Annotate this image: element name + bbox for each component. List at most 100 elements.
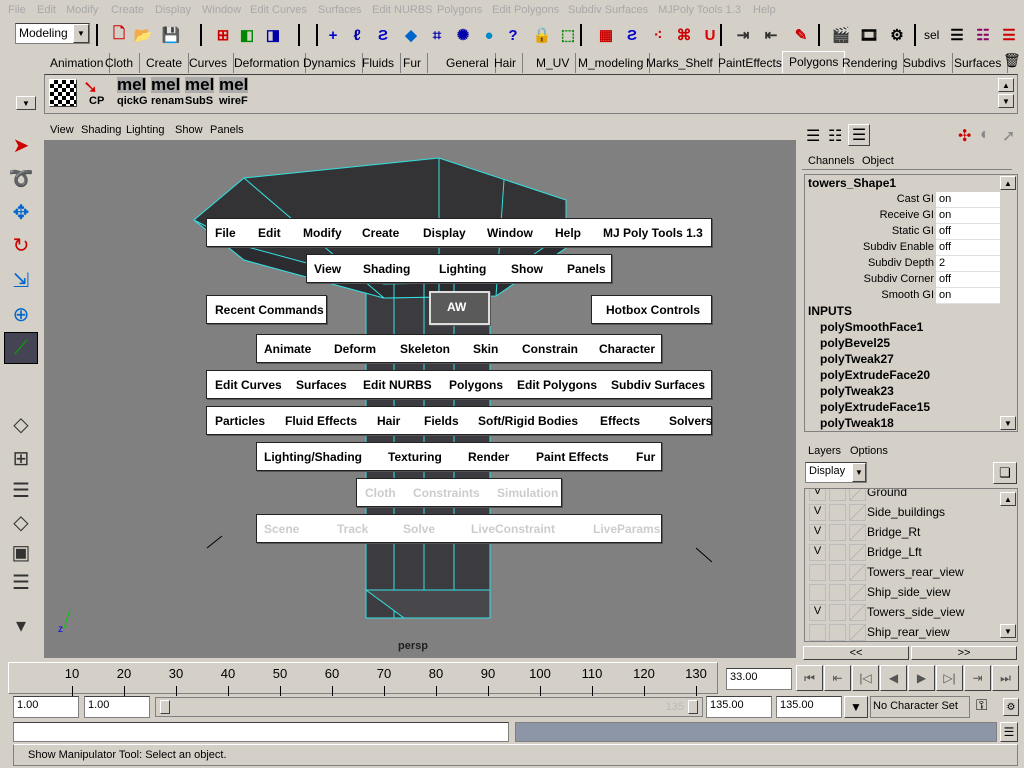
layer-type-toggle[interactable]	[829, 604, 846, 621]
shelf-tab-subdivs[interactable]: Subdivs	[897, 53, 953, 73]
step-forward-frame-icon[interactable]: ▷|	[936, 665, 963, 691]
lasso-tool-icon[interactable]: ➰	[4, 162, 38, 194]
layer-row[interactable]: V Bridge_Lft	[807, 543, 999, 562]
layer-row[interactable]: Ship_rear_view	[807, 623, 999, 641]
hotbox-item-shading[interactable]: Shading	[363, 262, 410, 276]
persp-outliner-icon[interactable]: ☰	[4, 566, 38, 598]
scale-tool-icon[interactable]: ⇲	[4, 264, 38, 296]
ipr-render-icon[interactable]: 🎞	[858, 24, 880, 46]
layer-type-toggle[interactable]	[829, 504, 846, 521]
menu-mjpoly-tools-1-3[interactable]: MJPoly Tools 1.3	[658, 4, 741, 16]
channel-box-icon[interactable]: ☰	[806, 126, 820, 146]
channel-attr-value[interactable]: on	[936, 288, 1000, 304]
select-component-icon[interactable]: ◨	[262, 24, 284, 46]
hotbox-item-deform[interactable]: Deform	[334, 342, 376, 356]
layer-type-toggle[interactable]	[829, 524, 846, 541]
mel-icon[interactable]: mel	[151, 76, 181, 93]
shelf-tab-surfaces[interactable]: Surfaces	[948, 53, 1009, 73]
input-icon[interactable]: ⇥	[732, 24, 754, 46]
curve-magnet-icon[interactable]: Ƨ	[621, 24, 643, 46]
viewport-menu-lighting[interactable]: Lighting	[126, 124, 165, 136]
new-layer-button[interactable]: ❏	[993, 462, 1017, 484]
shelf-tab-create[interactable]: Create	[140, 53, 190, 73]
select-lasso-icon[interactable]: ⬚	[557, 24, 579, 46]
open-scene-icon[interactable]: 📂	[132, 24, 154, 46]
sphere-icon[interactable]: ●	[478, 24, 500, 46]
input-node[interactable]: polyExtrudeFace20	[820, 368, 930, 382]
chevron-down-icon[interactable]: ▼	[73, 24, 89, 43]
hotbox-center-zone[interactable]: AW	[429, 291, 490, 325]
hotbox-controls-button[interactable]: Hotbox Controls	[591, 295, 712, 324]
hotbox-item-create[interactable]: Create	[362, 226, 399, 240]
hotbox-item-simulation[interactable]: Simulation	[497, 486, 558, 500]
sel-label[interactable]: sel	[924, 28, 939, 42]
hotbox-item-fluid-effects[interactable]: Fluid Effects	[285, 414, 357, 428]
viewport-menu-show[interactable]: Show	[175, 124, 203, 136]
rotate-tool-icon[interactable]: ↻	[4, 229, 38, 261]
shelf-button-renam[interactable]: renam	[151, 95, 184, 107]
range-handle-end[interactable]	[688, 700, 698, 714]
shelf-button-cp[interactable]: CP	[89, 95, 104, 107]
step-back-key-icon[interactable]: ⇤	[824, 665, 851, 691]
layer-color-swatch[interactable]	[849, 524, 866, 541]
anim-prefs-button[interactable]: ⚙	[1003, 698, 1019, 716]
menu-surfaces[interactable]: Surfaces	[318, 4, 361, 16]
layer-type-toggle[interactable]	[829, 564, 846, 581]
layer-color-swatch[interactable]	[849, 544, 866, 561]
hypershade-icon[interactable]: ▣	[4, 536, 38, 568]
lock-icon[interactable]: 🔒	[531, 24, 553, 46]
select-hierarchy-icon[interactable]: ⊞	[212, 24, 234, 46]
hotbox-item-track[interactable]: Track	[337, 522, 368, 536]
hypergraph-icon[interactable]: ☷	[972, 24, 994, 46]
menu-polygons[interactable]: Polygons	[437, 4, 482, 16]
uv-grid-icon[interactable]: ▦	[595, 24, 617, 46]
time-slider[interactable]	[8, 662, 718, 694]
render-icon[interactable]: 🎬	[830, 24, 852, 46]
snap-point-icon[interactable]: Ƨ	[372, 24, 394, 46]
hotbox-item-show[interactable]: Show	[511, 262, 543, 276]
layer-editor-icon[interactable]: ☷	[828, 126, 842, 146]
layer-row[interactable]: V Towers_side_view	[807, 603, 999, 622]
move-tool-icon[interactable]: ✥	[4, 196, 38, 228]
magnet-icon[interactable]: U	[699, 24, 721, 46]
input-node[interactable]: polySmoothFace1	[820, 320, 923, 334]
chevron-down-icon[interactable]: ▼	[852, 463, 866, 482]
layer-scroll-up[interactable]: ▲	[1000, 492, 1016, 506]
hotbox-item-help[interactable]: Help	[555, 226, 581, 240]
channel-attr-value[interactable]: off	[936, 224, 1000, 240]
range-slider[interactable]: 135	[155, 697, 703, 717]
shelf-tab-marks_shelf[interactable]: Marks_Shelf	[640, 53, 720, 73]
hotbox-item-panels[interactable]: Panels	[567, 262, 606, 276]
layer-visibility-toggle[interactable]: V	[809, 544, 826, 561]
hotbox-item-polygons[interactable]: Polygons	[449, 378, 503, 392]
shelf-tab-rendering[interactable]: Rendering	[836, 53, 905, 73]
menu-modify[interactable]: Modify	[66, 4, 98, 16]
hotbox-item-cloth[interactable]: Cloth	[365, 486, 396, 500]
manipulator-tool-icon[interactable]: ⊕	[4, 298, 38, 330]
layers-menu-layers[interactable]: Layers	[808, 445, 841, 457]
layer-type-toggle[interactable]	[829, 584, 846, 601]
layer-color-swatch[interactable]	[849, 564, 866, 581]
snap-curve-icon[interactable]: ℓ	[346, 24, 368, 46]
viewport-menu-shading[interactable]: Shading	[81, 124, 121, 136]
hotbox-item-file[interactable]: File	[215, 226, 236, 240]
range-start-field[interactable]: 1.00	[13, 696, 79, 718]
layer-visibility-toggle[interactable]: V	[809, 604, 826, 621]
mel-icon[interactable]: mel	[117, 76, 147, 93]
channel-attr-value[interactable]: off	[936, 240, 1000, 256]
magnet-grid-icon[interactable]: ⌘	[673, 24, 695, 46]
layer-type-toggle[interactable]	[829, 624, 846, 641]
layer-color-swatch[interactable]	[849, 624, 866, 641]
menu-file[interactable]: File	[8, 4, 26, 16]
snap-plane-icon[interactable]: ◆	[400, 24, 422, 46]
play-forwards-icon[interactable]: ▶	[908, 665, 935, 691]
shelf-tab-painteffects[interactable]: PaintEffects	[712, 53, 789, 73]
last-tool-icon[interactable]: ⟋	[4, 332, 38, 364]
step-back-frame-icon[interactable]: |◁	[852, 665, 879, 691]
hotbox-item-mj-poly-tools-1-3[interactable]: MJ Poly Tools 1.3	[603, 226, 703, 240]
hotbox-item-render[interactable]: Render	[468, 450, 509, 464]
menu-edit-polygons[interactable]: Edit Polygons	[492, 4, 559, 16]
layer-type-toggle[interactable]	[829, 489, 846, 501]
layer-visibility-toggle[interactable]: V	[809, 504, 826, 521]
mode-selector[interactable]: Modeling ▼	[15, 23, 90, 44]
